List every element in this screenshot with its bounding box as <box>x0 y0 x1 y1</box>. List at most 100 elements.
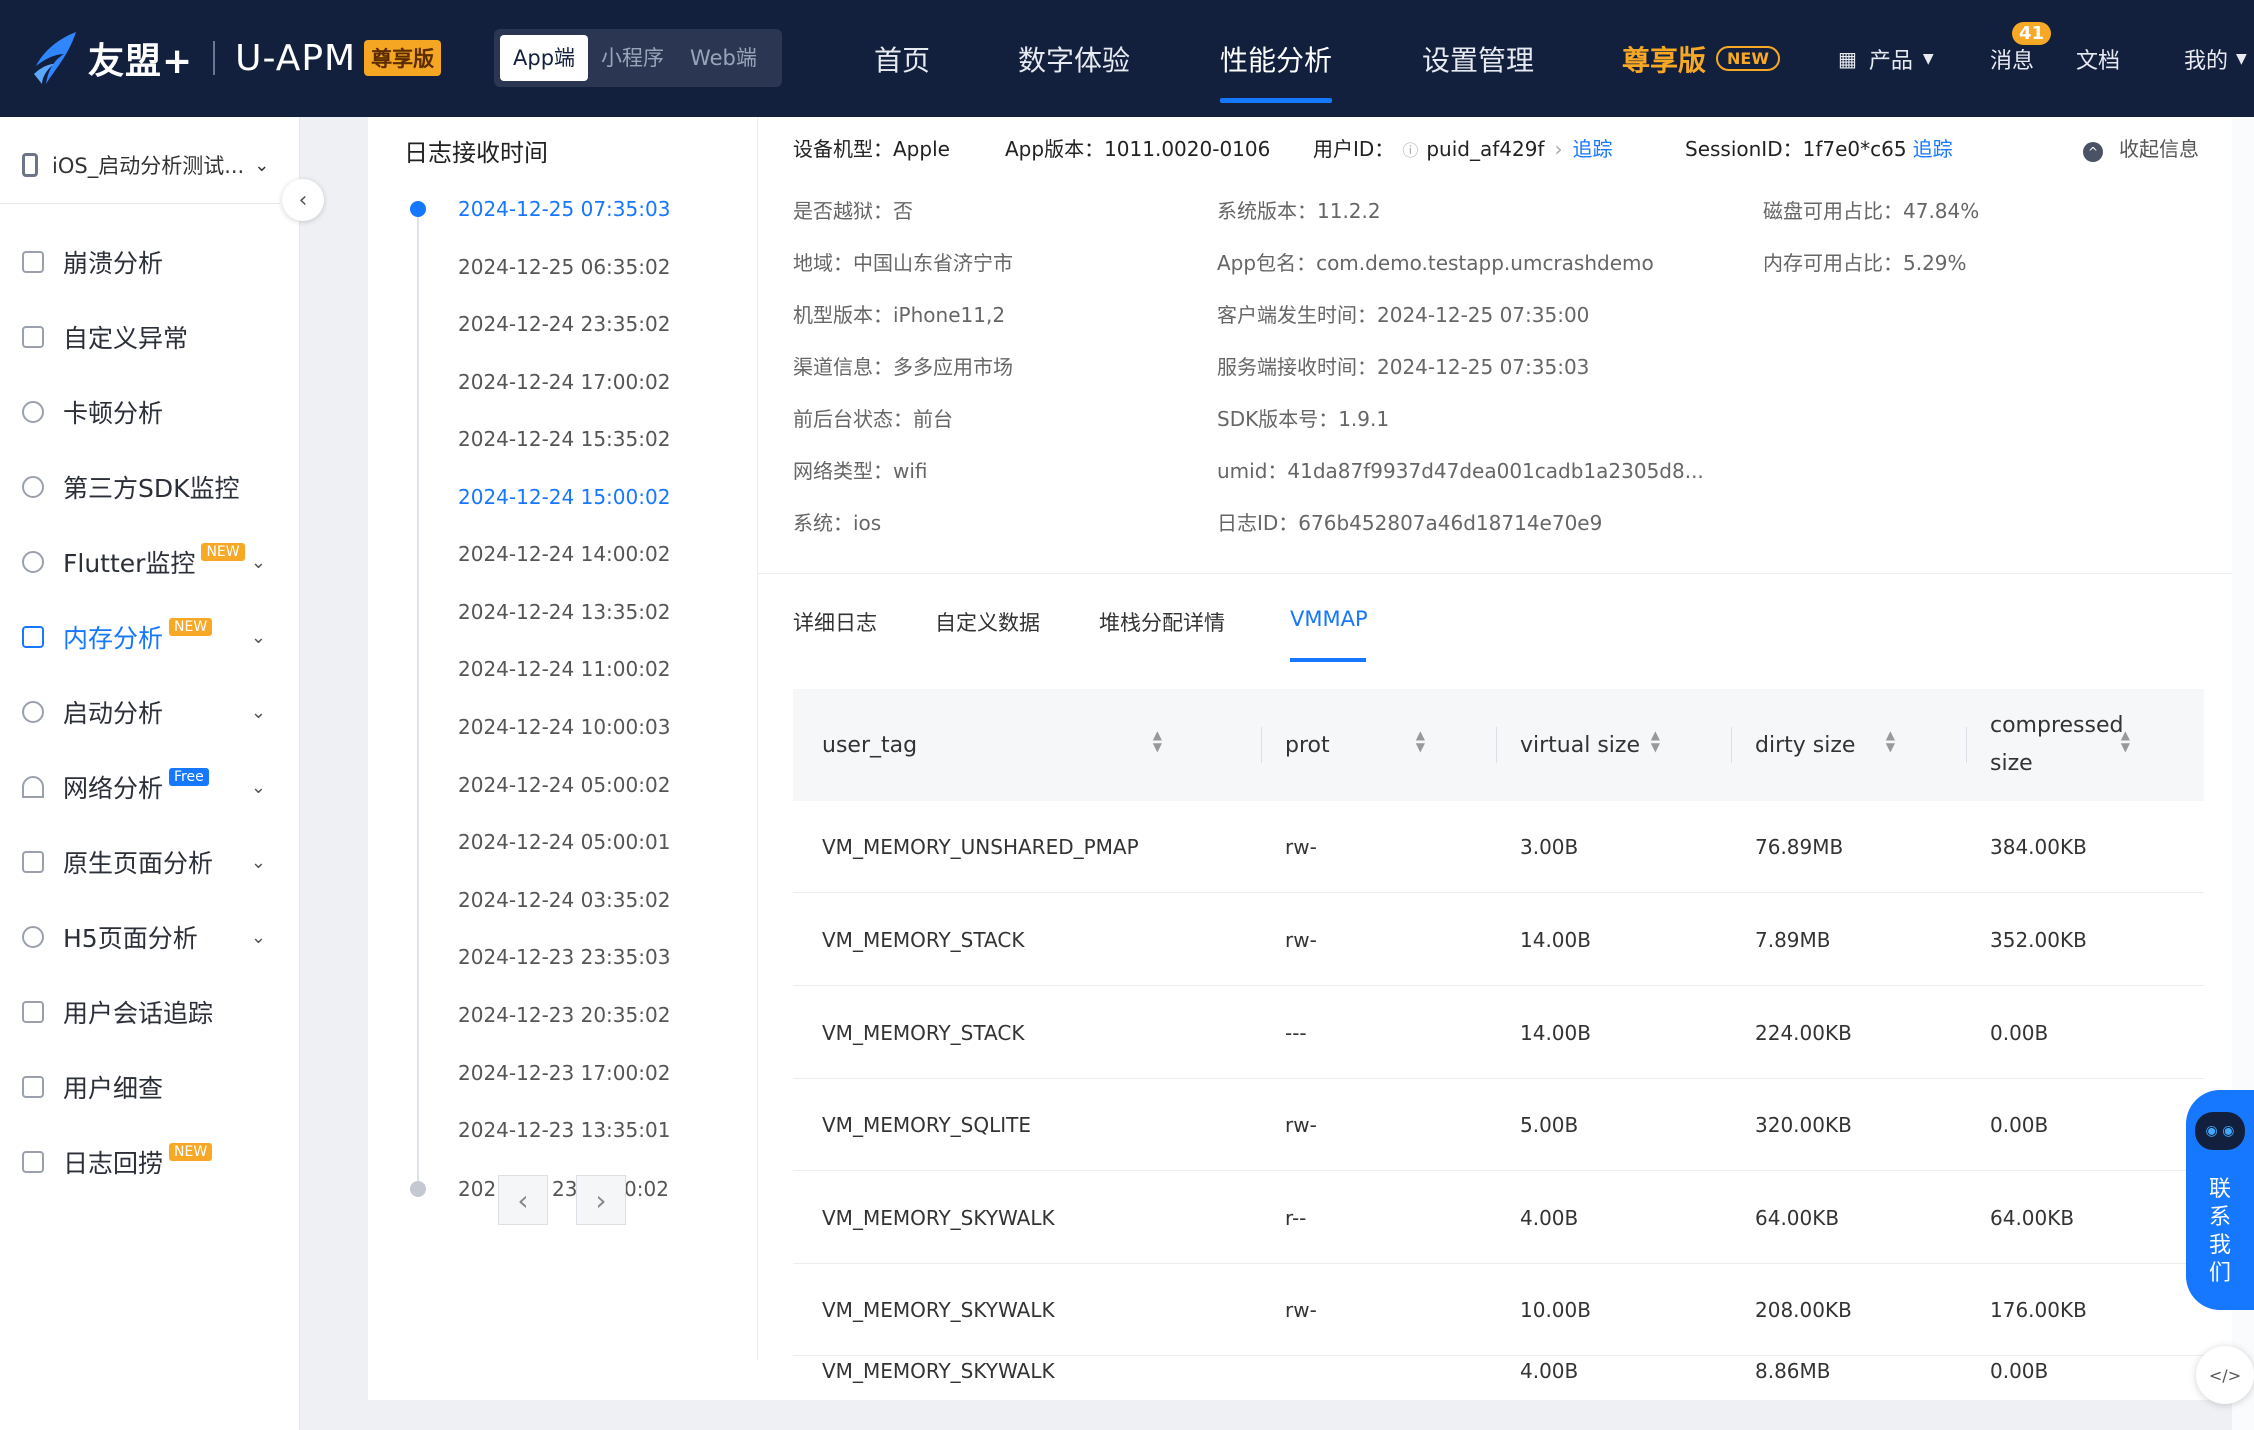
docs-link[interactable]: 文档 <box>2076 0 2120 117</box>
cell-compressed-size: 64.00KB <box>1990 1206 2075 1230</box>
timeline-entry[interactable]: 2024-12-25 07:35:03 <box>458 197 670 221</box>
timeline-entry[interactable]: 2024-12-24 15:35:02 <box>458 427 670 451</box>
contact-us-widget[interactable]: ◉ ◉ 联系我们 <box>2186 1090 2254 1310</box>
pro-menu-label: 尊享版 <box>1622 43 1707 77</box>
mine-dropdown[interactable]: 我的 ▼ <box>2184 0 2247 117</box>
column-header-user-tag[interactable]: user_tag ▲ ▼ <box>822 689 1192 801</box>
sidebar-item-h5-page[interactable]: H5页面分析 ⌄ <box>22 914 272 960</box>
sidebar-collapse-button[interactable]: ‹ <box>282 179 324 221</box>
table-row: VM_MEMORY_STACK rw- 14.00B 7.89MB 352.00… <box>793 894 2204 986</box>
chevron-up-circle-icon: ^ <box>2083 142 2103 162</box>
timeline-entry[interactable]: 2024-12-24 17:00:02 <box>458 370 670 394</box>
products-label: 产品 <box>1868 48 1913 74</box>
timeline-entry-partial-prefix[interactable]: 202 <box>458 1177 496 1201</box>
column-header-prot[interactable]: prot ▲ ▼ <box>1285 689 1455 801</box>
products-dropdown[interactable]: ▦ 产品 ▼ <box>1838 0 1934 117</box>
feedback-chat-button[interactable]: </> <box>2196 1346 2254 1404</box>
collapse-info-button[interactable]: ^ 收起信息 <box>2083 133 2199 162</box>
prev-page-button[interactable]: ‹ <box>498 1175 548 1225</box>
column-separator <box>1731 727 1732 763</box>
sidebar-item-log-retrieve[interactable]: 日志回捞 NEW <box>22 1139 272 1185</box>
session-trace-link[interactable]: 追踪 <box>1913 137 1953 161</box>
user-id-label: 用户ID： <box>1313 137 1395 161</box>
app-selector[interactable]: iOS_启动分析测试... ⌄ <box>22 143 282 187</box>
sidebar-item-custom-exception[interactable]: 自定义异常 <box>22 314 272 360</box>
timeline-entry[interactable]: 2024-12-24 15:00:02 <box>458 485 670 509</box>
user-icon <box>22 1076 44 1098</box>
sidebar-item-network[interactable]: 网络分析 Free ⌄ <box>22 764 272 810</box>
timeline-entry-partial-suffix: 0:02 <box>624 1177 669 1201</box>
save-icon <box>22 626 44 648</box>
sidebar-item-flutter[interactable]: Flutter监控 NEW ⌄ <box>22 539 272 585</box>
timeline-entry[interactable]: 2024-12-24 05:00:02 <box>458 773 670 797</box>
sidebar-item-crash[interactable]: 崩溃分析 <box>22 239 272 285</box>
contact-us-label: 联系我们 <box>2208 1177 2231 1286</box>
timeline-entry[interactable]: 2024-12-24 11:00:02 <box>458 657 670 681</box>
device-info-panel: 设备机型：Apple App版本：1011.0020-0106 用户ID： ⓘ pu… <box>793 117 2254 577</box>
menu-home[interactable]: 首页 <box>874 0 930 117</box>
chevron-right-icon: › <box>1554 137 1563 161</box>
cell-user-tag: VM_MEMORY_SKYWALK <box>822 1298 1055 1322</box>
platform-tab-miniprogram[interactable]: 小程序 <box>588 35 677 81</box>
sidebar-item-third-party-sdk[interactable]: 第三方SDK监控 <box>22 464 272 510</box>
cell-dirty-size: 7.89MB <box>1755 928 1831 952</box>
mine-label: 我的 <box>2184 48 2229 74</box>
timeline-entry[interactable]: 2024-12-24 13:35:02 <box>458 600 670 624</box>
info-network-type: 网络类型：wifi <box>793 459 928 483</box>
umeng-bird-icon <box>34 32 76 84</box>
info-jailbreak: 是否越狱：否 <box>793 199 913 223</box>
user-trace-link[interactable]: 追踪 <box>1572 137 1612 161</box>
collapse-info-label: 收起信息 <box>2119 137 2199 161</box>
crash-icon <box>22 251 44 273</box>
sidebar-item-lag[interactable]: 卡顿分析 <box>22 389 272 435</box>
platform-tab-app[interactable]: App端 <box>500 35 589 81</box>
chevron-down-icon: ⌄ <box>250 851 266 873</box>
column-label: dirty size <box>1755 732 1856 758</box>
timeline-entry[interactable]: 2024-12-25 06:35:02 <box>458 255 670 279</box>
cell-prot: rw- <box>1285 928 1317 952</box>
tab-custom-data[interactable]: 自定义数据 <box>935 607 1040 637</box>
column-separator <box>1966 727 1967 763</box>
timeline-entry[interactable]: 2024-12-23 13:35:01 <box>458 1118 670 1142</box>
next-page-button[interactable]: › <box>576 1175 626 1225</box>
menu-digital-experience[interactable]: 数字体验 <box>1018 0 1130 117</box>
timeline-entry[interactable]: 2024-12-24 14:00:02 <box>458 542 670 566</box>
menu-pro-edition[interactable]: 尊享版 NEW <box>1622 0 1780 117</box>
timeline-entry[interactable]: 2024-12-23 20:35:02 <box>458 1003 670 1027</box>
cell-prot: r-- <box>1285 1206 1307 1230</box>
timeline-entry[interactable]: 2024-12-23 17:00:02 <box>458 1061 670 1085</box>
timeline-entry[interactable]: 2024-12-23 23:35:03 <box>458 945 670 969</box>
messages-button[interactable]: 消息 41 <box>1990 0 2052 117</box>
sidebar-item-user-detail[interactable]: 用户细查 <box>22 1064 272 1110</box>
info-system-version: 系统版本：11.2.2 <box>1217 199 1381 223</box>
timeline-entry[interactable]: 2024-12-24 23:35:02 <box>458 312 670 336</box>
phone-icon <box>22 153 38 177</box>
column-header-dirty-size[interactable]: dirty size ▲ ▼ <box>1755 689 1925 801</box>
menu-performance[interactable]: 性能分析 <box>1220 0 1333 117</box>
app-version-value: 1011.0020-0106 <box>1104 137 1271 161</box>
sidebar-item-memory[interactable]: 内存分析 NEW ⌄ <box>22 614 272 660</box>
sidebar-item-label: Flutter监控 <box>63 549 196 578</box>
tab-detail-log[interactable]: 详细日志 <box>793 607 877 637</box>
session-icon <box>22 1001 44 1023</box>
product-name: U-APM <box>235 37 357 79</box>
column-header-virtual-size[interactable]: virtual size ▲ ▼ <box>1520 689 1690 801</box>
sidebar-item-session-trace[interactable]: 用户会话追踪 <box>22 989 272 1035</box>
timeline-entry[interactable]: 2024-12-24 10:00:03 <box>458 715 670 739</box>
table-row: VM_MEMORY_SQLITE rw- 5.00B 320.00KB 0.00… <box>793 1079 2204 1171</box>
timeline-entry[interactable]: 2024-12-24 03:35:02 <box>458 888 670 912</box>
device-model-field: 设备机型：Apple <box>793 133 950 162</box>
log-timeline: 日志接收时间 2024-12-25 07:35:03 2024-12-25 06… <box>368 117 758 1360</box>
timeline-entry[interactable]: 2024-12-24 05:00:01 <box>458 830 670 854</box>
column-header-compressed-size[interactable]: compressed size ▲ ▼ <box>1990 689 2160 801</box>
brand-logo[interactable]: 友盟+ U-APM 尊享版 <box>30 25 442 91</box>
platform-tab-web[interactable]: Web端 <box>677 35 770 81</box>
table-row: VM_MEMORY_STACK --- 14.00B 224.00KB 0.00… <box>793 987 2204 1079</box>
menu-settings[interactable]: 设置管理 <box>1422 0 1534 117</box>
sidebar-item-native-page[interactable]: 原生页面分析 ⌄ <box>22 839 272 885</box>
sidebar-item-launch[interactable]: 启动分析 ⌄ <box>22 689 272 735</box>
tab-vmmap[interactable]: VMMAP <box>1290 607 1368 631</box>
tab-stack-allocation[interactable]: 堆栈分配详情 <box>1099 607 1225 637</box>
cell-compressed-size: 384.00KB <box>1990 835 2087 859</box>
cell-virtual-size: 10.00B <box>1520 1298 1591 1322</box>
